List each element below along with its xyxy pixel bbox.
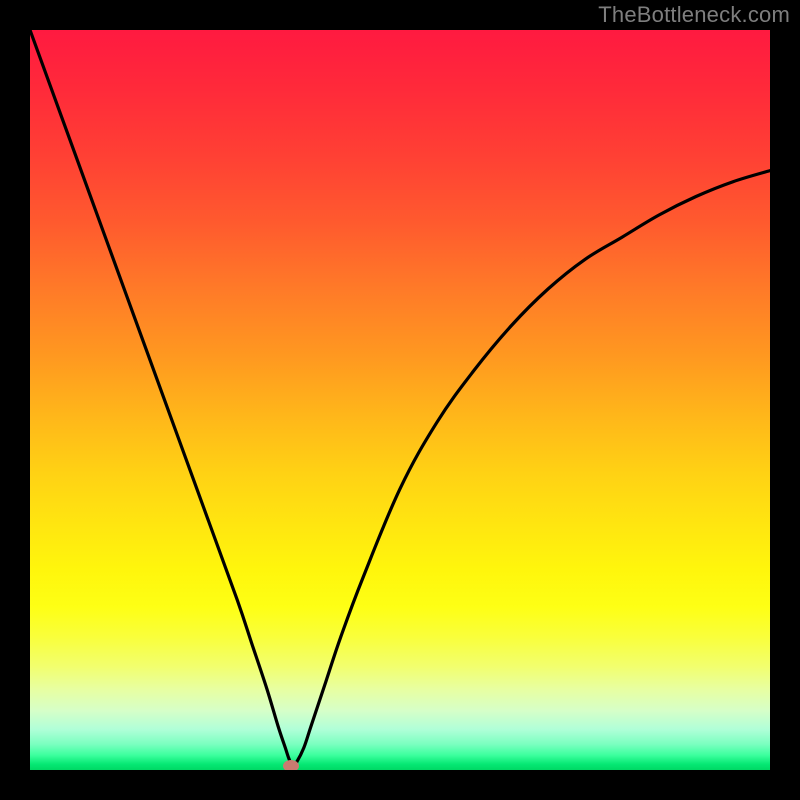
plot-area <box>30 30 770 770</box>
chart-frame: TheBottleneck.com <box>0 0 800 800</box>
watermark-text: TheBottleneck.com <box>598 2 790 28</box>
bottleneck-curve <box>30 30 770 766</box>
optimal-point-marker <box>283 760 299 770</box>
curve-svg <box>30 30 770 770</box>
